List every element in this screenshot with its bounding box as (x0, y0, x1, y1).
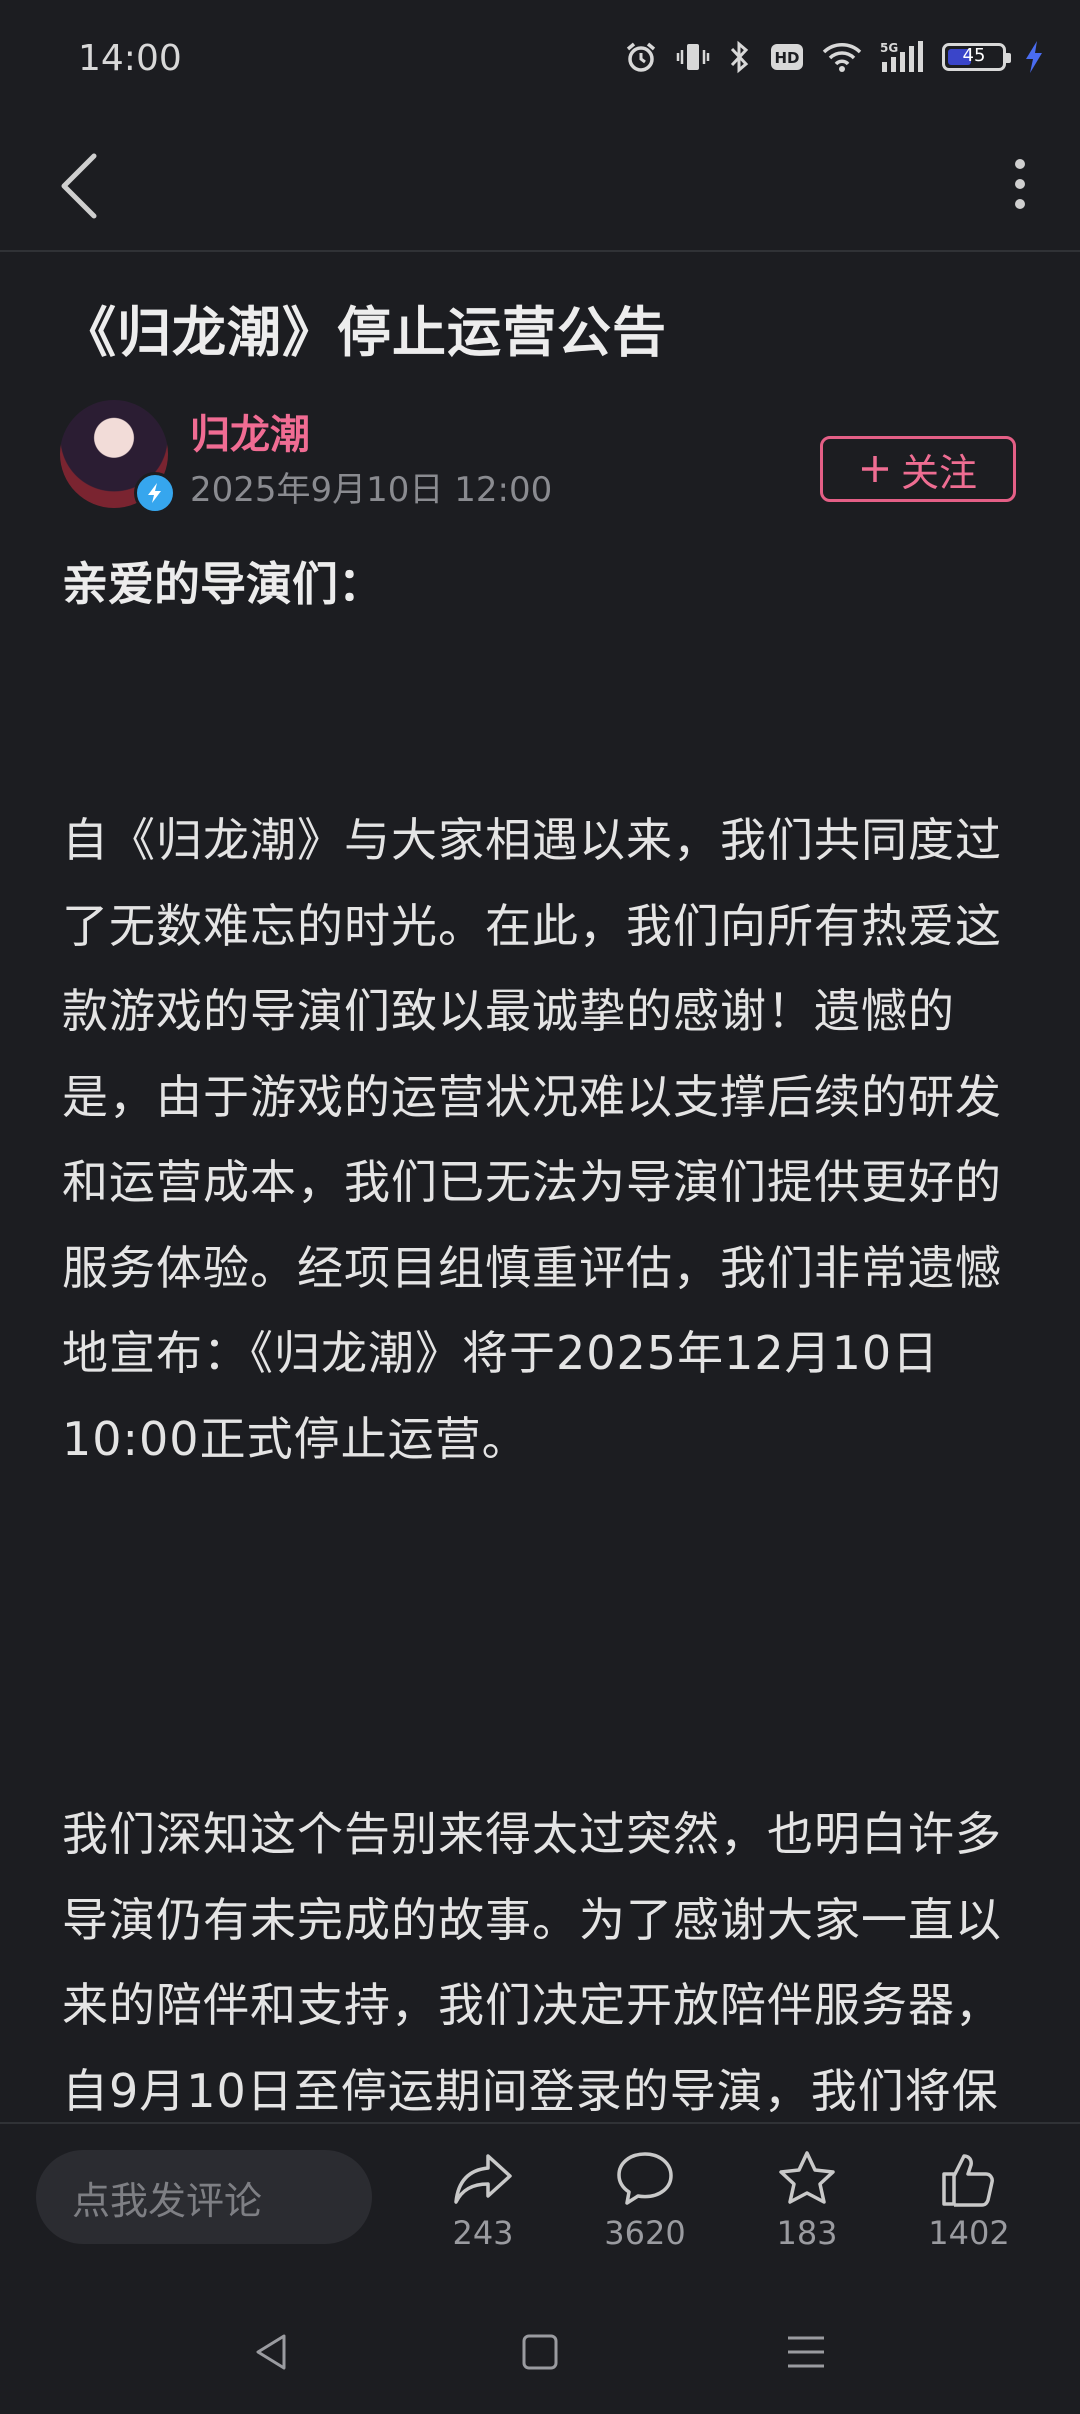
favorite-button[interactable]: 183 (732, 2150, 882, 2252)
plus-icon (861, 456, 888, 482)
system-nav-bar (0, 2294, 1080, 2414)
battery-tip (1006, 53, 1011, 63)
bottom-action-bar: 点我发评论 243 3620 183 1402 (0, 2122, 1080, 2414)
thumbs-up-icon (942, 2154, 994, 2207)
comment-icon (617, 2152, 673, 2205)
wifi-icon (822, 41, 862, 73)
follow-button[interactable]: 关注 (820, 436, 1016, 502)
battery-level-text: 45 (962, 45, 986, 66)
more-vertical-icon (1015, 159, 1025, 209)
nav-menu-button[interactable] (784, 2330, 828, 2378)
bluetooth-icon (728, 40, 752, 74)
star-icon (779, 2151, 835, 2204)
vibrate-icon (676, 40, 710, 74)
svg-text:5G: 5G (880, 41, 898, 55)
follow-label: 关注 (900, 450, 977, 495)
back-button[interactable] (50, 148, 110, 224)
favorite-count: 183 (776, 2214, 838, 2252)
battery-icon: 45 (942, 43, 1011, 71)
article-title: 《归龙潮》停止运营公告 (62, 301, 667, 364)
signal-5g-icon: 5G (880, 40, 924, 74)
share-icon (454, 2154, 512, 2204)
comment-input[interactable]: 点我发评论 (36, 2150, 372, 2244)
status-time: 14:00 (78, 38, 182, 79)
hd-icon: HD (770, 42, 804, 72)
alarm-icon (624, 40, 658, 74)
share-button[interactable]: 243 (408, 2150, 558, 2252)
article-paragraph: 自《归龙潮》与大家相遇以来，我们共同度过了无数难忘的时光。在此，我们向所有热爱这… (62, 813, 1002, 1466)
author-name[interactable]: 归龙潮 (190, 402, 310, 460)
article-content[interactable]: 《归龙潮》停止运营公告 归龙潮 2025年9月10日 12:00 关注 亲爱的导… (0, 252, 1080, 2122)
like-count: 1402 (928, 2214, 1010, 2252)
svg-text:HD: HD (774, 49, 799, 67)
post-date: 2025年9月10日 12:00 (190, 470, 553, 510)
article-paragraph: 我们深知这个告别来得太过突然，也明白许多导演仍有未完成的故事。为了感谢大家一直以… (62, 1807, 1002, 2118)
share-count: 243 (452, 2214, 514, 2252)
charging-icon (1024, 40, 1044, 74)
chevron-left-icon (61, 153, 97, 219)
more-button[interactable] (990, 150, 1050, 220)
nav-back-button[interactable] (250, 2330, 294, 2378)
square-home-icon (522, 2334, 558, 2370)
menu-icon (788, 2336, 824, 2368)
nav-home-button[interactable] (518, 2330, 562, 2378)
status-bar: 14:00 HD 5G 45 (0, 0, 1080, 120)
like-button[interactable]: 1402 (894, 2150, 1044, 2252)
app-bar (0, 120, 1080, 252)
status-icons: HD 5G 45 (624, 40, 1044, 74)
comment-count: 3620 (604, 2214, 686, 2252)
greeting: 亲爱的导演们： (62, 557, 384, 611)
verified-badge-icon (134, 472, 176, 514)
comments-button[interactable]: 3620 (570, 2150, 720, 2252)
triangle-back-icon (256, 2334, 286, 2370)
